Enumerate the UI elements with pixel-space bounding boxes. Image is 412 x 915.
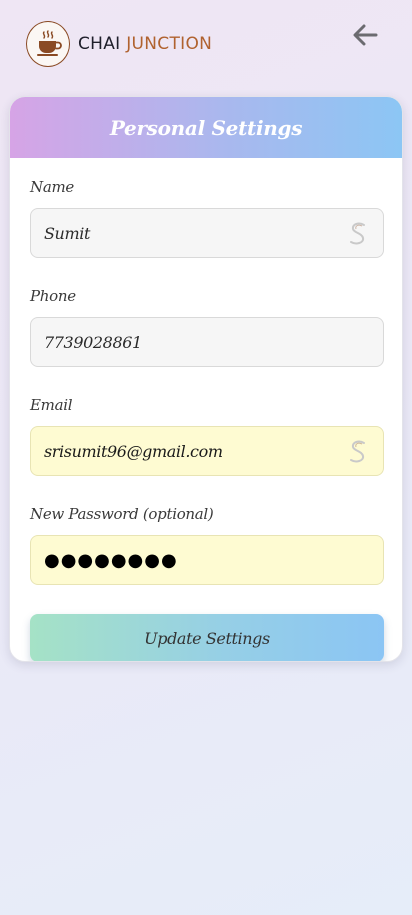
password-label: New Password (optional): [30, 505, 214, 523]
top-bar: CHAI JUNCTION: [0, 0, 412, 88]
name-input[interactable]: [31, 209, 383, 257]
arrow-left-icon: [353, 24, 378, 46]
phone-input[interactable]: [31, 318, 383, 366]
update-settings-button[interactable]: Update Settings: [30, 614, 384, 661]
brand-name: CHAI JUNCTION: [78, 34, 212, 54]
password-input[interactable]: [31, 536, 383, 584]
email-field-wrapper: [30, 426, 384, 476]
brand-name-accent: JUNCTION: [126, 34, 213, 54]
back-button[interactable]: [350, 20, 380, 50]
chai-cup-logo-icon: [26, 21, 70, 67]
name-label: Name: [30, 178, 74, 196]
card-header: Personal Settings: [10, 97, 402, 158]
personal-settings-card: Personal Settings Name Phone Email New P…: [9, 96, 403, 662]
phone-label: Phone: [30, 287, 76, 305]
autofill-key-icon[interactable]: [347, 221, 369, 247]
autofill-key-icon[interactable]: [347, 439, 369, 465]
brand[interactable]: CHAI JUNCTION: [26, 21, 212, 67]
email-label: Email: [30, 396, 73, 414]
page-title: Personal Settings: [109, 115, 303, 140]
phone-field-wrapper: [30, 317, 384, 367]
email-input[interactable]: [31, 427, 383, 475]
settings-form: Name Phone Email New Password (optional)…: [10, 158, 402, 661]
brand-name-primary: CHAI: [78, 34, 121, 54]
password-field-wrapper: [30, 535, 384, 585]
name-field-wrapper: [30, 208, 384, 258]
